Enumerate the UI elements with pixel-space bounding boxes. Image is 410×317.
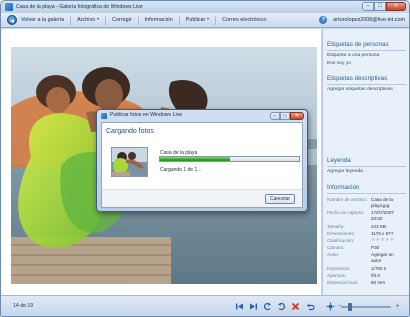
divider xyxy=(327,84,406,85)
info-value-camera: P30 xyxy=(371,245,380,250)
dialog-footer: Cancelar xyxy=(102,189,302,207)
publish-menu-label: Publicar xyxy=(185,16,206,23)
dialog-body: Cargando fotos Casa de la playa Cargando… xyxy=(101,122,303,208)
upload-progress-bar xyxy=(159,156,300,162)
descriptive-tags-heading: Etiquetas descriptivas xyxy=(327,75,388,82)
thats-me-link[interactable]: Ese soy yo xyxy=(327,61,351,66)
info-value-author-cont[interactable]: autor xyxy=(371,258,381,263)
file-menu[interactable]: Archivo xyxy=(71,15,107,25)
dialog-title: Publicar fotos en Windows Live xyxy=(110,112,183,118)
dialog-maximize-button[interactable]: □ xyxy=(280,111,290,120)
info-label-date: Fecha de captura: xyxy=(327,210,365,215)
back-to-gallery-label: Volver a la galería xyxy=(21,16,65,23)
window-controls: ‒ □ ✕ xyxy=(362,2,406,11)
zoom-in-icon[interactable]: + xyxy=(393,302,402,311)
chevron-down-icon xyxy=(97,18,100,21)
info-value-dimensions: 1176 x 877 xyxy=(371,231,394,236)
dialog-heading: Cargando fotos xyxy=(106,128,154,135)
info-label-aperture: Apertura: xyxy=(327,273,346,278)
minimize-button[interactable]: ‒ xyxy=(362,2,374,11)
publish-menu[interactable]: Publicar xyxy=(180,15,217,25)
dialog-minimize-button[interactable]: ‒ xyxy=(270,111,280,120)
info-label-size: Tamaño: xyxy=(327,224,345,229)
fix-button[interactable]: Corregir xyxy=(106,15,139,25)
info-value-author[interactable]: Agregar un xyxy=(371,252,394,257)
info-value-time[interactable]: 22:00 xyxy=(371,216,383,221)
previous-photo-button[interactable] xyxy=(235,302,244,311)
chevron-down-icon xyxy=(207,18,210,21)
dialog-window-controls: ‒ □ ✕ xyxy=(270,111,304,120)
photo-counter: 14 de 19 xyxy=(13,303,34,309)
account-link[interactable]: arturolopez2008@live-int.com xyxy=(333,17,405,23)
info-value-focal-length: 50 mm xyxy=(371,280,386,285)
back-arrow-icon[interactable] xyxy=(7,15,17,25)
email-button[interactable]: Correo electrónico xyxy=(216,16,272,25)
info-value-filename-cont[interactable]: playa.jpg xyxy=(371,203,389,208)
caption-heading: Leyenda xyxy=(327,157,351,164)
thumbnail-illustration xyxy=(112,148,147,176)
info-label-filename: Nombre de archivo: xyxy=(327,197,368,202)
delete-button[interactable] xyxy=(291,302,300,311)
divider xyxy=(327,193,406,194)
rotate-right-button[interactable] xyxy=(277,302,286,311)
info-value-aperture: f/8.0 xyxy=(371,273,380,278)
rating-stars[interactable]: ★★★★★ xyxy=(371,237,394,243)
info-label-author: Autor: xyxy=(327,252,340,257)
delete-icon xyxy=(291,302,300,311)
upload-progress-fill xyxy=(160,157,230,161)
window-title: Casa de la playa - Galería fotográfica d… xyxy=(16,4,143,10)
fix-label: Corregir xyxy=(112,16,132,23)
info-value-size: 243 KB xyxy=(371,224,387,229)
undo-icon xyxy=(307,303,315,311)
photo-thumbnail xyxy=(111,147,148,177)
back-to-gallery-link[interactable]: Volver a la galería xyxy=(17,15,72,25)
info-label-camera: Cámara: xyxy=(327,245,345,250)
undo-button[interactable] xyxy=(306,302,315,311)
rotate-left-icon xyxy=(263,302,271,311)
divider xyxy=(327,50,406,51)
tag-person-link[interactable]: Etiquetar a una persona xyxy=(327,53,379,58)
info-value-exposure: 1/750 s xyxy=(371,266,387,271)
info-label-focal-length: Distancia focal: xyxy=(327,280,359,285)
divider xyxy=(327,166,406,167)
close-button[interactable]: ✕ xyxy=(386,2,406,11)
actual-size-button[interactable] xyxy=(326,302,335,311)
slideshow-button[interactable] xyxy=(249,302,258,311)
help-icon[interactable]: ? xyxy=(319,16,328,24)
navigation-bar: 14 de 19 – + xyxy=(1,295,409,316)
previous-icon xyxy=(236,303,243,310)
info-label-dimensions: Dimensiones: xyxy=(327,231,355,236)
people-tags-heading: Etiquetas de personas xyxy=(327,41,389,48)
maximize-button[interactable]: □ xyxy=(374,2,386,11)
toolbar: Volver a la galería Archivo Corregir Inf… xyxy=(1,13,409,28)
add-descriptive-tags-link[interactable]: Agregar etiquetas descriptivas xyxy=(327,87,393,92)
dialog-close-button[interactable]: ✕ xyxy=(290,111,304,120)
upload-status-text: Cargando 1 de 1... xyxy=(160,167,202,173)
info-label-exposure: Exposición: xyxy=(327,266,351,271)
info-label: Información xyxy=(144,16,173,23)
publish-dialog: Publicar fotos en Windows Live ‒ □ ✕ Car… xyxy=(96,109,308,212)
cancel-button[interactable]: Cancelar xyxy=(265,194,295,204)
information-heading: Información xyxy=(327,184,360,191)
info-value-date[interactable]: 17/07/2007 xyxy=(371,210,394,215)
file-menu-label: Archivo xyxy=(77,16,96,23)
info-label-rating: Clasificación: xyxy=(327,238,355,243)
info-value-filename[interactable]: Casa de la xyxy=(371,197,393,202)
actual-size-icon xyxy=(326,302,335,311)
add-caption-link[interactable]: Agregar leyenda xyxy=(327,169,363,174)
rotate-left-button[interactable] xyxy=(263,302,272,311)
zoom-slider-thumb[interactable] xyxy=(348,303,352,311)
title-bar[interactable]: Casa de la playa - Galería fotográfica d… xyxy=(1,1,409,13)
info-button[interactable]: Información xyxy=(139,15,180,25)
rotate-right-icon xyxy=(278,302,286,311)
details-pane: Etiquetas de personas Etiquetar a una pe… xyxy=(322,29,409,295)
app-window: Casa de la playa - Galería fotográfica d… xyxy=(0,0,410,317)
toolbar-right: ? arturolopez2008@live-int.com xyxy=(319,15,405,25)
live-app-icon xyxy=(101,112,107,119)
photo-gallery-app-icon xyxy=(5,3,13,11)
play-icon xyxy=(250,303,257,310)
email-label: Correo electrónico xyxy=(222,16,267,23)
